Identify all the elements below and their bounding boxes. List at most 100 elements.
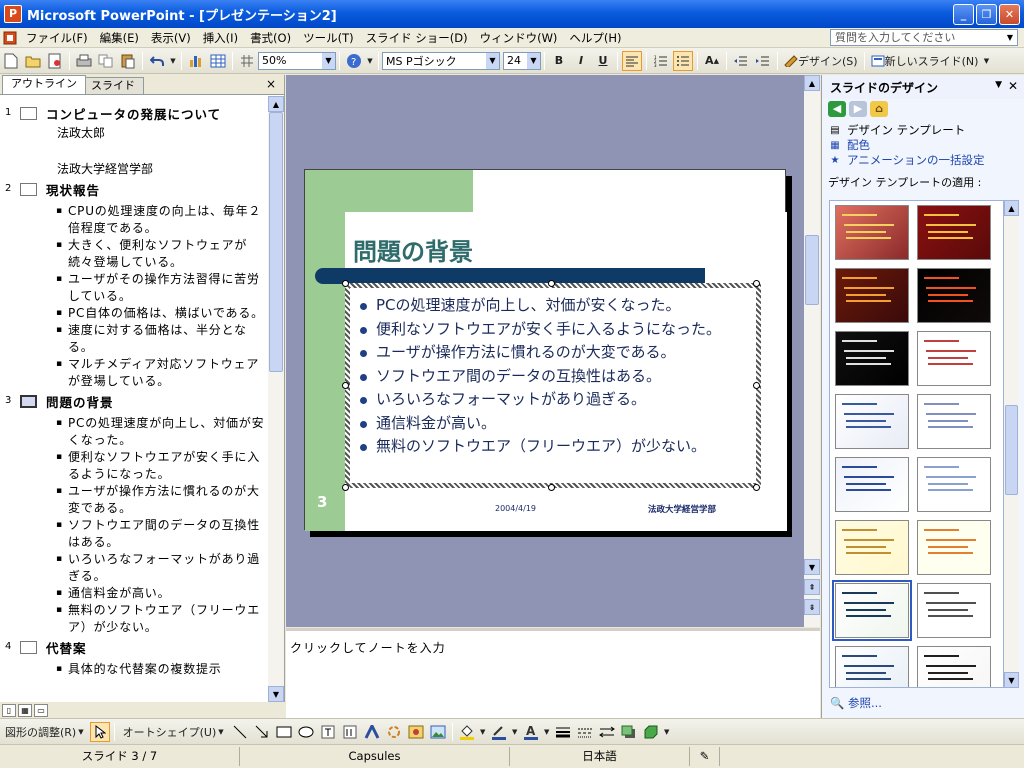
bold-button[interactable]: B (549, 51, 569, 71)
spelling-status-icon[interactable]: ✎ (690, 747, 720, 766)
increase-font-size-icon[interactable]: A ▲ (702, 51, 722, 71)
design-template-thumbnail[interactable] (835, 205, 909, 260)
increase-indent-icon[interactable] (753, 51, 773, 71)
vertical-text-box-icon[interactable] (340, 722, 360, 742)
subtitle-line[interactable] (46, 143, 268, 160)
chevron-down-icon[interactable]: ▼ (479, 722, 487, 742)
color-scheme-link[interactable]: ▦ 配色 (828, 138, 1018, 153)
design-template-thumbnail[interactable] (835, 331, 909, 386)
slide-icon[interactable] (20, 107, 37, 120)
normal-view-icon[interactable]: ▯ (2, 703, 16, 717)
oval-icon[interactable] (296, 722, 316, 742)
outline-bullet[interactable]: 速度に対する価格は、半分となる。 (46, 322, 268, 356)
menu-file[interactable]: ファイル(F) (20, 30, 94, 46)
slideshow-view-icon[interactable]: ▭ (34, 703, 48, 717)
select-pointer-icon[interactable] (89, 721, 110, 742)
scroll-thumb[interactable] (805, 235, 819, 305)
open-folder-icon[interactable] (23, 51, 43, 71)
slide-canvas[interactable]: 問題の背景 PCの処理速度が向上し、対価が安くなった。 便利なソフトウエアが安く… (304, 169, 787, 531)
chevron-down-icon[interactable]: ▼ (1003, 30, 1017, 45)
resize-handle[interactable] (548, 484, 555, 491)
menu-edit[interactable]: 編集(E) (94, 30, 145, 46)
3d-style-icon[interactable] (641, 722, 661, 742)
outline-bullet[interactable]: ユーザが操作方法に慣れるのが大変である。 (46, 483, 268, 517)
outline-bullet[interactable]: PCの処理速度が向上し、対価が安くなった。 (46, 415, 268, 449)
slide-title[interactable]: 問題の背景 (46, 394, 268, 412)
autoshapes-button[interactable]: オートシェイプ(U) ▼ (119, 722, 228, 742)
outline-bullet[interactable]: 大きく、便利なソフトウェアが続々登場している。 (46, 237, 268, 271)
outline-slide[interactable]: 3 問題の背景 (0, 394, 268, 412)
paste-icon[interactable] (118, 51, 138, 71)
slide-title-text[interactable]: 問題の背景 (353, 232, 473, 267)
slide-title[interactable]: コンピュータの発展について (46, 106, 268, 124)
close-window-button[interactable]: ✕ (999, 3, 1020, 25)
design-template-thumbnail[interactable] (917, 394, 991, 449)
outline-bullet[interactable]: マルチメディア対応ソフトウェアが登場している。 (46, 356, 268, 390)
grid-icon[interactable] (237, 51, 257, 71)
rectangle-icon[interactable] (274, 722, 294, 742)
insert-table-icon[interactable] (208, 51, 228, 71)
resize-handle[interactable] (342, 484, 349, 491)
design-template-thumbnail[interactable] (835, 394, 909, 449)
back-icon[interactable]: ◀ (828, 101, 846, 117)
menu-slideshow[interactable]: スライド ショー(D) (360, 30, 474, 46)
menu-view[interactable]: 表示(V) (145, 30, 197, 46)
clip-art-icon[interactable] (406, 722, 426, 742)
copy-icon[interactable] (96, 51, 116, 71)
resize-handle[interactable] (548, 280, 555, 287)
design-template-link[interactable]: ▤ デザイン テンプレート (828, 123, 1018, 138)
arrow-style-icon[interactable] (597, 722, 617, 742)
design-template-thumbnail[interactable] (835, 268, 909, 323)
chevron-down-icon[interactable]: ▼ (322, 52, 335, 69)
toolbar-options-icon[interactable]: ▼ (982, 51, 990, 71)
wordart-icon[interactable] (362, 722, 382, 742)
design-template-thumbnail[interactable] (917, 268, 991, 323)
shadow-style-icon[interactable] (619, 722, 639, 742)
notes-pane[interactable]: クリックしてノートを入力 (286, 628, 820, 718)
minimize-button[interactable]: _ (953, 3, 974, 25)
tab-slides[interactable]: スライド (82, 77, 144, 94)
font-color-icon[interactable]: A (521, 722, 541, 742)
outline-bullet[interactable]: 通信料金が高い。 (46, 585, 268, 602)
previous-slide-icon[interactable]: ⇞ (804, 579, 820, 595)
new-document-icon[interactable] (1, 51, 21, 71)
resize-handle[interactable] (753, 382, 760, 389)
resize-handle[interactable] (753, 484, 760, 491)
slide-scrollbar[interactable]: ▲ ▼ ⇞ ⇟ (804, 75, 820, 627)
slide-bullet[interactable]: 便利なソフトウエアが安く手に入るようになった。 (358, 318, 756, 342)
outline-slide[interactable]: 4 代替案 (0, 640, 268, 658)
slide-bullet[interactable]: 通信料金が高い。 (358, 412, 756, 436)
chevron-down-icon[interactable]: ▼ (169, 51, 177, 71)
scroll-down-icon[interactable]: ▼ (804, 559, 820, 575)
outline-bullet[interactable]: いろいろなフォーマットがあり過ぎる。 (46, 551, 268, 585)
powerpoint-app-icon[interactable]: P (4, 5, 22, 23)
italic-button[interactable]: I (571, 51, 591, 71)
undo-icon[interactable] (147, 51, 167, 71)
slide-icon-selected[interactable] (20, 395, 37, 408)
design-template-thumbnail[interactable] (835, 520, 909, 575)
resize-handle[interactable] (342, 280, 349, 287)
menu-insert[interactable]: 挿入(I) (197, 30, 244, 46)
align-left-icon[interactable] (622, 50, 642, 71)
next-slide-icon[interactable]: ⇟ (804, 599, 820, 615)
subtitle-line[interactable]: 法政太郎 (46, 125, 268, 142)
chevron-down-icon[interactable]: ▼ (527, 52, 540, 69)
design-template-thumbnail[interactable] (917, 646, 991, 687)
slide-bullet[interactable]: ユーザが操作方法に慣れるのが大変である。 (358, 341, 756, 365)
permission-icon[interactable] (45, 51, 65, 71)
outline-bullet[interactable]: ソフトウエア間のデータの互換性はある。 (46, 517, 268, 551)
animation-scheme-link[interactable]: ★ アニメーションの一括設定 (828, 153, 1018, 168)
help-question-input[interactable]: 質問を入力してください ▼ (830, 29, 1018, 46)
slide-title[interactable]: 代替案 (46, 640, 268, 658)
outline-bullet[interactable]: PC自体の価格は、横ばいである。 (46, 305, 268, 322)
slide-sorter-view-icon[interactable]: ▦ (18, 703, 32, 717)
menu-tools[interactable]: ツール(T) (297, 30, 360, 46)
chevron-down-icon[interactable]: ▼ (486, 52, 499, 69)
outline-scrollbar[interactable]: ▲ ▼ (268, 96, 284, 702)
slide-title[interactable]: 現状報告 (46, 182, 268, 200)
outline-bullet[interactable]: CPUの処理速度の向上は、毎年２倍程度である。 (46, 203, 268, 237)
scroll-down-icon[interactable]: ▼ (1004, 672, 1019, 688)
design-template-thumbnail[interactable] (835, 646, 909, 687)
gallery-scrollbar[interactable]: ▲ ▼ (1004, 200, 1019, 688)
outline-bullet[interactable]: 便利なソフトウエアが安く手に入るようになった。 (46, 449, 268, 483)
